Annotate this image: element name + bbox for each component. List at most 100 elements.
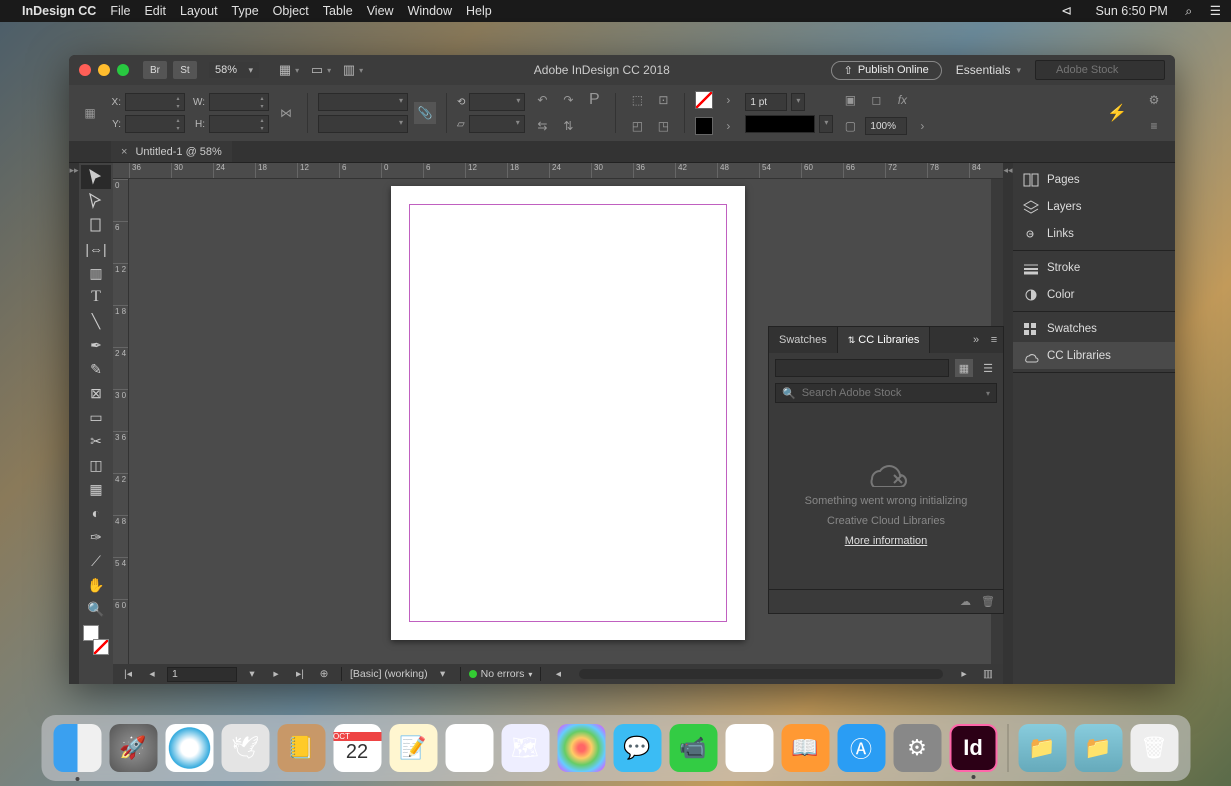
- select-next-icon[interactable]: ◳: [652, 115, 674, 137]
- menu-window[interactable]: Window: [408, 4, 452, 18]
- window-close-button[interactable]: [79, 64, 91, 76]
- panel-swatches[interactable]: Swatches: [1013, 315, 1175, 342]
- flip-v-icon[interactable]: ⇅: [557, 115, 579, 137]
- panel-links[interactable]: Links: [1013, 220, 1175, 247]
- attachment-icon[interactable]: 📎: [414, 102, 436, 124]
- cc-libraries-tab[interactable]: ⇅CC Libraries: [838, 327, 931, 353]
- dock-system-preferences[interactable]: ⚙: [893, 724, 941, 772]
- window-minimize-button[interactable]: [98, 64, 110, 76]
- list-view-icon[interactable]: ☰: [979, 359, 997, 377]
- w-field[interactable]: ▴▾: [209, 93, 269, 111]
- scissors-tool[interactable]: ✂: [81, 429, 111, 453]
- menu-help[interactable]: Help: [466, 4, 492, 18]
- split-view-icon[interactable]: ▥: [979, 668, 997, 680]
- panel-color[interactable]: Color: [1013, 281, 1175, 308]
- line-tool[interactable]: ╲: [81, 309, 111, 333]
- dock-itunes[interactable]: ♪: [725, 724, 773, 772]
- window-zoom-button[interactable]: [117, 64, 129, 76]
- library-search[interactable]: 🔍 Search Adobe Stock ▾: [775, 383, 997, 403]
- menu-file[interactable]: File: [110, 4, 130, 18]
- rotate-ccw-icon[interactable]: ↶: [531, 89, 553, 111]
- gradient-swatch-tool[interactable]: ▦: [81, 477, 111, 501]
- app-name[interactable]: InDesign CC: [22, 4, 96, 18]
- stroke-swatch[interactable]: [695, 117, 713, 135]
- prev-page-button[interactable]: ◂: [143, 668, 161, 680]
- flip-h-icon[interactable]: ⇆: [531, 115, 553, 137]
- eyedropper-tool[interactable]: ⟋: [81, 549, 111, 573]
- scale-y-field[interactable]: [318, 115, 408, 133]
- dock-mail[interactable]: 🕊: [221, 724, 269, 772]
- dock-photos[interactable]: [557, 724, 605, 772]
- panel-pages[interactable]: Pages: [1013, 166, 1175, 193]
- stock-button[interactable]: St: [173, 61, 197, 79]
- more-information-link[interactable]: More information: [845, 535, 928, 547]
- panel-stroke[interactable]: Stroke: [1013, 254, 1175, 281]
- drop-shadow-icon[interactable]: ▢: [839, 115, 861, 137]
- library-select[interactable]: [775, 359, 949, 377]
- frame-fit-icon[interactable]: ▣: [839, 89, 861, 111]
- dock-launchpad[interactable]: 🚀: [109, 724, 157, 772]
- right-dock-handle[interactable]: ◂◂: [1003, 163, 1013, 684]
- rectangle-frame-tool[interactable]: ⊠: [81, 381, 111, 405]
- vertical-ruler[interactable]: 061 21 82 43 03 64 24 85 46 0: [113, 179, 129, 664]
- close-tab-icon[interactable]: ×: [121, 146, 127, 158]
- dock-trash[interactable]: 🗑: [1130, 724, 1178, 772]
- grid-view-icon[interactable]: ▦: [955, 359, 973, 377]
- page-tool[interactable]: [81, 213, 111, 237]
- page[interactable]: [391, 186, 745, 640]
- opacity-field[interactable]: 100%: [865, 117, 907, 135]
- adobe-stock-search-input[interactable]: [1035, 60, 1165, 80]
- swatches-tab[interactable]: Swatches: [769, 327, 838, 353]
- dock-maps[interactable]: 🗺: [501, 724, 549, 772]
- dock-indesign[interactable]: Id: [949, 724, 997, 772]
- menu-edit[interactable]: Edit: [144, 4, 166, 18]
- preset-label[interactable]: [Basic] (working): [350, 668, 428, 680]
- next-page-button[interactable]: ▸: [267, 668, 285, 680]
- notifications-icon[interactable]: ⊲: [1061, 3, 1072, 18]
- document-tab[interactable]: × Untitled-1 @ 58%: [111, 141, 232, 162]
- control-menu-icon[interactable]: ≡: [1143, 115, 1165, 137]
- type-tool[interactable]: T: [81, 285, 111, 309]
- bridge-button[interactable]: Br: [143, 61, 167, 79]
- note-tool[interactable]: ✑: [81, 525, 111, 549]
- content-collector-tool[interactable]: ▥: [81, 261, 111, 285]
- left-dock-handle[interactable]: ▸▸: [69, 163, 79, 684]
- dock-calendar[interactable]: OCT22: [333, 724, 381, 772]
- gradient-feather-tool[interactable]: ◐: [81, 501, 111, 525]
- first-page-button[interactable]: |◂: [119, 668, 137, 680]
- select-container-icon[interactable]: ⬚: [626, 89, 648, 111]
- select-content-icon[interactable]: ⊡: [652, 89, 674, 111]
- view-options-icon[interactable]: ▦: [277, 60, 301, 80]
- stroke-weight-field[interactable]: 1 pt: [745, 93, 787, 111]
- dock-messages[interactable]: 💬: [613, 724, 661, 772]
- quick-apply-icon[interactable]: ⚡: [1107, 103, 1127, 123]
- gap-tool[interactable]: |⇔|: [81, 237, 111, 261]
- frame-center-icon[interactable]: ◻: [865, 89, 887, 111]
- preflight-status[interactable]: No errors▾: [469, 668, 533, 680]
- spotlight-icon[interactable]: ⌕: [1185, 4, 1192, 18]
- dock-facetime[interactable]: 📹: [669, 724, 717, 772]
- h-field[interactable]: ▴▾: [209, 115, 269, 133]
- dock-notes[interactable]: 📝: [389, 724, 437, 772]
- reference-point-icon[interactable]: ▦: [79, 102, 101, 124]
- control-settings-icon[interactable]: ⚙: [1143, 89, 1165, 111]
- open-dialog-icon[interactable]: ⊕: [315, 668, 333, 680]
- menu-layout[interactable]: Layout: [180, 4, 218, 18]
- menu-object[interactable]: Object: [273, 4, 309, 18]
- fill-stroke-proxy[interactable]: [83, 625, 109, 655]
- preset-menu[interactable]: ▾: [434, 668, 452, 680]
- direct-selection-tool[interactable]: [81, 189, 111, 213]
- screen-mode-icon[interactable]: ▭: [309, 60, 333, 80]
- dock-reminders[interactable]: ☑: [445, 724, 493, 772]
- horizontal-scrollbar[interactable]: [579, 669, 943, 679]
- dock-finder[interactable]: [53, 724, 101, 772]
- dock-appstore[interactable]: Ⓐ: [837, 724, 885, 772]
- pen-tool[interactable]: ✒: [81, 333, 111, 357]
- y-field[interactable]: ▴▾: [125, 115, 185, 133]
- x-field[interactable]: ▴▾: [125, 93, 185, 111]
- stroke-style-field[interactable]: [745, 115, 815, 133]
- zoom-level-select[interactable]: 58%: [209, 62, 259, 78]
- stroke-style-menu[interactable]: [819, 115, 833, 133]
- trash-icon[interactable]: 🗑: [981, 595, 995, 608]
- dock-applications-folder[interactable]: 📁: [1018, 724, 1066, 772]
